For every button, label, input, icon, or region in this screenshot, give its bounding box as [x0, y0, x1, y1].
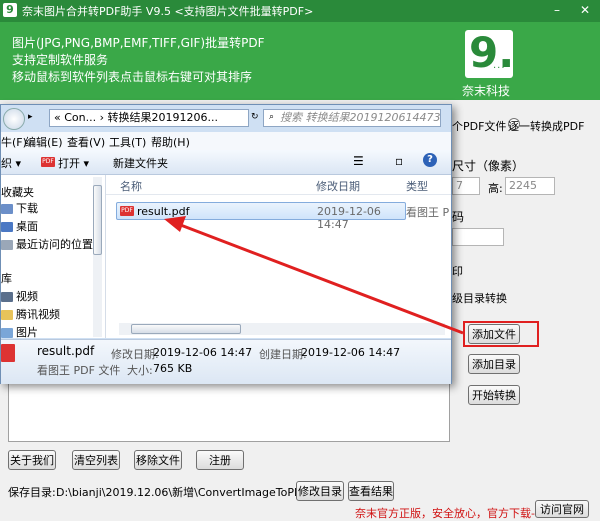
arrow-shaft [177, 222, 464, 335]
annotation-arrow [164, 216, 464, 335]
arrow-head [164, 216, 186, 232]
